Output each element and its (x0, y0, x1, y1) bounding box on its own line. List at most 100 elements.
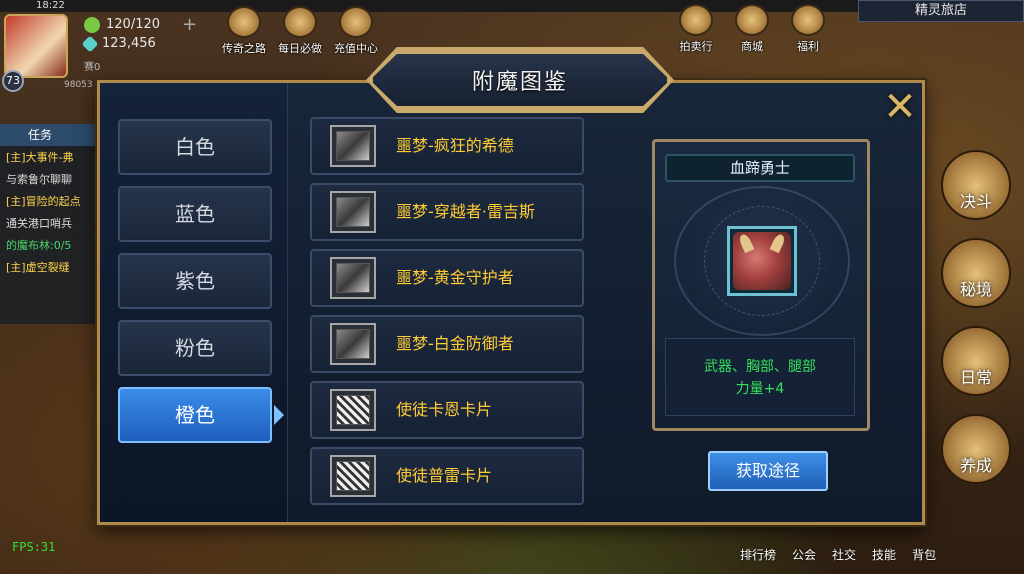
list-item[interactable]: 噩梦-穿越者·雷吉斯 (310, 183, 584, 241)
task-panel[interactable]: 任务 [主]大事件-弗 与索鲁尔聊聊 [主]冒险的起点 通关港口哨兵 的魔布林:… (0, 124, 98, 324)
task-header[interactable]: 任务 (0, 124, 98, 146)
color-tab-column: 白色 蓝色 紫色 粉色 橙色 (100, 83, 288, 522)
gem-row: 123,456 (81, 35, 156, 52)
list-item[interactable]: 使徒普雷卡片 (310, 447, 584, 505)
leaderboard-button[interactable]: 排行榜 (740, 546, 776, 563)
portrait-frame[interactable] (727, 226, 797, 296)
add-stamina-icon[interactable]: + (182, 14, 197, 35)
detail-card-name: 血蹄勇士 (665, 154, 855, 182)
right-side-nav: 决斗 秘境 日常 养成 (928, 150, 1024, 484)
daily-icon (283, 6, 317, 38)
rank-label: 赛0 (84, 62, 101, 73)
card-thumb-icon (330, 191, 376, 233)
recharge-button[interactable]: 充值中心 (332, 6, 380, 56)
backpack-button[interactable]: 背包 (912, 546, 936, 563)
tab-purple[interactable]: 紫色 (118, 253, 272, 309)
stat-bonus: 力量+4 (735, 381, 785, 397)
auction-icon (679, 4, 713, 36)
equip-slots: 武器、胸部、腿部 (704, 359, 816, 375)
guild-button[interactable]: 公会 (792, 546, 816, 563)
card-name: 使徒卡恩卡片 (396, 400, 493, 419)
tab-white[interactable]: 白色 (118, 119, 272, 175)
obtain-method-button[interactable]: 获取途径 (708, 451, 828, 491)
card-name: 噩梦-疯狂的希德 (396, 136, 514, 155)
stamina-row: 120/120 + (84, 14, 197, 35)
enchant-codex-dialog: 附魔图鉴 ✕ 白色 蓝色 紫色 粉色 橙色 噩梦-疯狂的希德 噩梦-穿越者·雷吉… (97, 47, 925, 525)
task-line[interactable]: [主]冒险的起点 (0, 190, 98, 212)
legend-road-icon (227, 6, 261, 38)
tab-blue[interactable]: 蓝色 (118, 186, 272, 242)
player-avatar[interactable] (4, 14, 68, 78)
card-name: 使徒普雷卡片 (396, 466, 493, 485)
list-item[interactable]: 使徒卡恩卡片 (310, 381, 584, 439)
card-art (336, 395, 370, 425)
bottom-nav: 排行榜 公会 社交 技能 背包 (740, 546, 936, 563)
list-item[interactable]: 噩梦-黄金守护者 (310, 249, 584, 307)
active-tab-arrow-icon (274, 405, 284, 425)
card-name: 噩梦-黄金守护者 (396, 268, 514, 287)
welfare-button[interactable]: 福利 (784, 4, 832, 54)
cultivate-button[interactable]: 养成 (941, 414, 1011, 484)
tab-pink[interactable]: 粉色 (118, 320, 272, 376)
card-list[interactable]: 噩梦-疯狂的希德 噩梦-穿越者·雷吉斯 噩梦-黄金守护者 噩梦-白金防御者 使徒… (288, 83, 598, 522)
task-line[interactable]: 通关港口哨兵 (0, 212, 98, 234)
task-line[interactable]: [主]虚空裂缝 (0, 256, 98, 278)
gem-value: 123,456 (102, 36, 156, 51)
status-time: 18:22 (36, 0, 65, 11)
close-icon: ✕ (883, 84, 917, 130)
task-line[interactable]: 与索鲁尔聊聊 (0, 168, 98, 190)
gift-icon (791, 4, 825, 36)
card-art (336, 461, 370, 491)
card-thumb-icon (330, 125, 376, 167)
stamina-icon (84, 16, 100, 33)
top-icon-label: 充值中心 (334, 42, 378, 55)
card-art (336, 197, 370, 227)
social-button[interactable]: 社交 (832, 546, 856, 563)
legend-road-button[interactable]: 传奇之路 (220, 6, 268, 56)
inn-title[interactable]: 精灵旅店 (858, 0, 1024, 22)
rank-row: 赛0 (84, 58, 100, 73)
sub-value: 98053 (64, 80, 93, 90)
secret-realm-button[interactable]: 秘境 (941, 238, 1011, 308)
top-icon-label: 传奇之路 (222, 42, 266, 55)
detail-description: 武器、胸部、腿部 力量+4 (665, 338, 855, 416)
top-right-menu-icons: 拍卖行 商城 福利 (672, 4, 832, 54)
card-art (336, 263, 370, 293)
gem-icon (81, 35, 99, 52)
card-art (336, 329, 370, 359)
top-icon-label: 商城 (741, 40, 763, 53)
daily-button[interactable]: 每日必做 (276, 6, 324, 56)
tab-orange[interactable]: 橙色 (118, 387, 272, 443)
fps-counter: FPS:31 (12, 540, 56, 554)
card-thumb-icon (330, 323, 376, 365)
duel-button[interactable]: 决斗 (941, 150, 1011, 220)
daily-tasks-button[interactable]: 日常 (941, 326, 1011, 396)
card-art (336, 131, 370, 161)
card-thumb-icon (330, 257, 376, 299)
recharge-icon (339, 6, 373, 38)
list-item[interactable]: 噩梦-白金防御者 (310, 315, 584, 373)
top-menu-icons: 传奇之路 每日必做 充值中心 (220, 6, 380, 56)
apostle-card-icon (330, 455, 376, 497)
player-level-badge: 73 (2, 70, 24, 92)
stamina-value: 120/120 (106, 17, 161, 32)
blood-hoof-warrior-portrait (733, 232, 791, 290)
task-line[interactable]: [主]大事件-弗 (0, 146, 98, 168)
card-name: 噩梦-穿越者·雷吉斯 (396, 202, 535, 221)
top-icon-label: 每日必做 (278, 42, 322, 55)
horn-right (769, 232, 787, 254)
card-detail-panel: 血蹄勇士 武器、胸部、腿部 力量+4 (652, 139, 870, 431)
top-icon-label: 福利 (797, 40, 819, 53)
shop-button[interactable]: 商城 (728, 4, 776, 54)
task-line[interactable]: 的魔布林:0/5 (0, 234, 98, 256)
auction-button[interactable]: 拍卖行 (672, 4, 720, 54)
apostle-card-icon (330, 389, 376, 431)
sub-value-row: 98053 (64, 80, 93, 90)
close-button[interactable]: ✕ (880, 84, 920, 130)
skills-button[interactable]: 技能 (872, 546, 896, 563)
list-item[interactable]: 噩梦-疯狂的希德 (310, 117, 584, 175)
shop-icon (735, 4, 769, 36)
card-name: 噩梦-白金防御者 (396, 334, 514, 353)
top-icon-label: 拍卖行 (679, 40, 713, 53)
horn-left (737, 232, 755, 254)
